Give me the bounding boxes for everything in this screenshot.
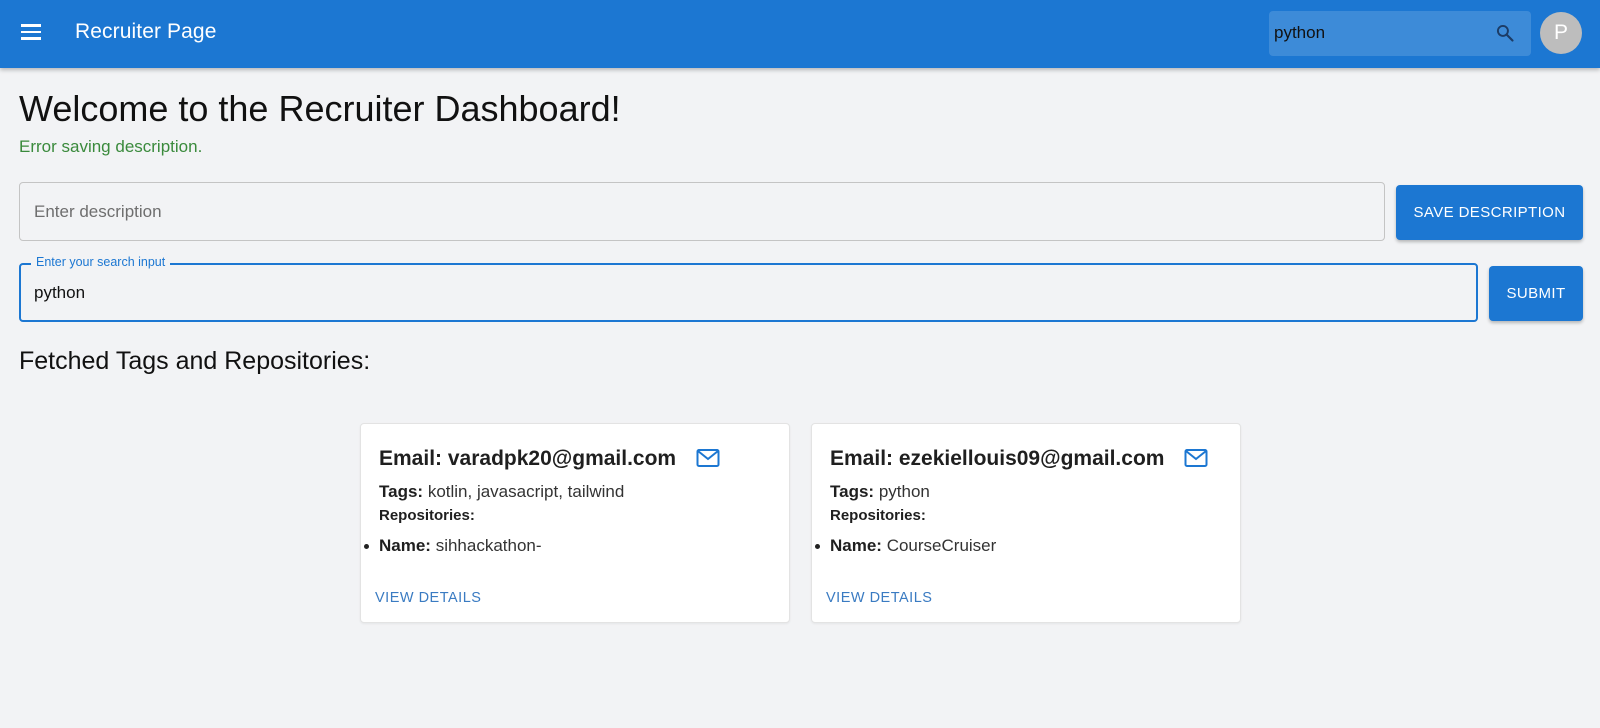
list-item: Name: CourseCruiser <box>814 536 997 556</box>
page-title: Welcome to the Recruiter Dashboard! <box>19 88 621 129</box>
list-item: Name: sihhackathon- <box>364 536 542 556</box>
tags-label: Tags: <box>830 482 875 501</box>
search-input[interactable] <box>34 281 1414 305</box>
avatar[interactable]: P <box>1540 12 1582 54</box>
tags-label: Tags: <box>379 482 424 501</box>
view-details-link[interactable]: VIEW DETAILS <box>375 590 481 606</box>
card-email-text: Email: ezekiellouis09@gmail.com <box>830 447 1165 470</box>
app-bar: Recruiter Page P <box>0 0 1600 68</box>
repo-name: CourseCruiser <box>886 536 997 555</box>
repo-list: Name: CourseCruiser <box>814 536 997 556</box>
submit-button[interactable]: SUBMIT <box>1489 266 1583 321</box>
card-email: Email: ezekiellouis09@gmail.com <box>830 447 1208 471</box>
tags-value: python <box>878 482 930 501</box>
repo-name: sihhackathon- <box>435 536 542 555</box>
app-title: Recruiter Page <box>75 20 217 43</box>
repositories-label: Repositories: <box>379 507 475 524</box>
search-input-field: Enter your search input <box>19 255 1478 322</box>
save-description-button[interactable]: SAVE DESCRIPTION <box>1396 185 1583 240</box>
description-input[interactable] <box>34 200 1334 224</box>
tags-value: kotlin, javasacript, tailwind <box>427 482 625 501</box>
repo-name-label: Name: <box>379 536 431 555</box>
card-tags: Tags: python <box>830 482 930 502</box>
menu-icon[interactable] <box>21 24 43 42</box>
profile-card: Email: ezekiellouis09@gmail.com Tags: py… <box>811 423 1241 623</box>
section-heading: Fetched Tags and Repositories: <box>19 347 371 375</box>
repo-name-label: Name: <box>830 536 882 555</box>
card-email: Email: varadpk20@gmail.com <box>379 447 720 471</box>
profile-card: Email: varadpk20@gmail.com Tags: kotlin,… <box>360 423 790 623</box>
mail-icon[interactable] <box>1184 448 1208 468</box>
mail-icon[interactable] <box>696 448 720 468</box>
status-message: Error saving description. <box>19 137 203 156</box>
repositories-label: Repositories: <box>830 507 926 524</box>
repo-list: Name: sihhackathon- <box>364 536 542 556</box>
description-field <box>19 182 1385 241</box>
header-search-input[interactable] <box>1274 21 1474 45</box>
search-icon[interactable] <box>1495 23 1515 43</box>
view-details-link[interactable]: VIEW DETAILS <box>826 590 932 606</box>
search-input-label: Enter your search input <box>31 255 171 269</box>
card-tags: Tags: kotlin, javasacript, tailwind <box>379 482 624 502</box>
card-email-text: Email: varadpk20@gmail.com <box>379 447 677 470</box>
header-search <box>1269 11 1531 56</box>
